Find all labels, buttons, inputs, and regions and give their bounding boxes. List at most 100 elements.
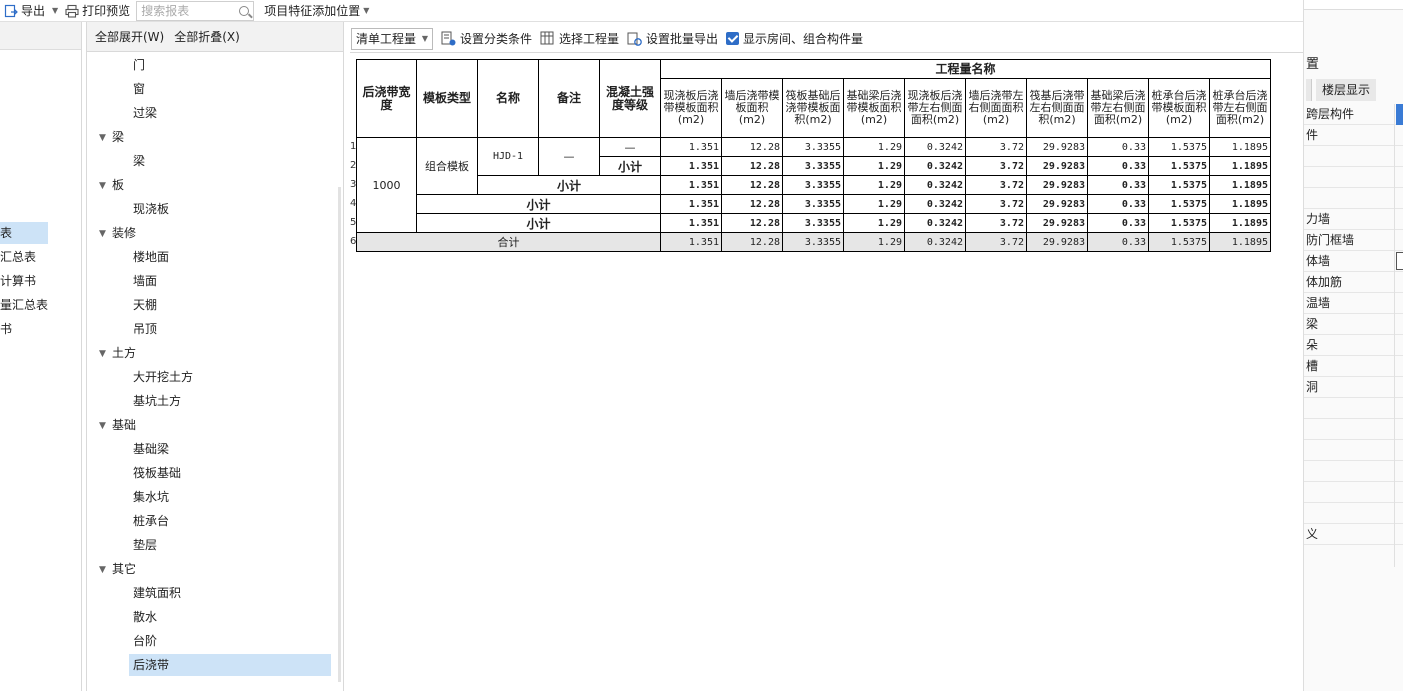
tree-category[interactable]: 其它 bbox=[112, 558, 136, 580]
property-row[interactable]: 义 bbox=[1304, 524, 1403, 545]
property-row[interactable] bbox=[1304, 419, 1403, 440]
tab-previous[interactable] bbox=[1306, 79, 1312, 101]
show-rooms-label: 显示房间、组合构件量 bbox=[743, 32, 864, 46]
header-column: 筏基后浇带左右侧面面积(m2) bbox=[1026, 78, 1088, 138]
property-row[interactable]: 跨层构件 bbox=[1304, 104, 1403, 125]
property-row[interactable] bbox=[1304, 188, 1403, 209]
export-dropdown-icon[interactable]: ▼ bbox=[52, 6, 58, 15]
report-list-item[interactable]: 计算书 bbox=[0, 270, 36, 292]
property-row[interactable]: 防门框墙 bbox=[1304, 230, 1403, 251]
tree-item[interactable]: 现浇板 bbox=[129, 198, 169, 220]
value-cell: 3.3355 bbox=[782, 194, 844, 214]
batch-export-button[interactable]: 设置批量导出 bbox=[627, 30, 718, 47]
property-row[interactable]: 梁 bbox=[1304, 314, 1403, 335]
select-quantity-button[interactable]: 选择工程量 bbox=[540, 30, 619, 47]
expand-toggle-icon[interactable]: ▼ bbox=[99, 229, 106, 239]
property-row[interactable]: 件 bbox=[1304, 125, 1403, 146]
value-cell: 1.351 bbox=[660, 175, 722, 195]
tree-item[interactable]: 楼地面 bbox=[129, 246, 169, 268]
tree-scrollbar[interactable] bbox=[338, 187, 341, 682]
report-list-item[interactable]: 表 bbox=[0, 222, 48, 244]
tree-item[interactable]: 窗 bbox=[129, 78, 145, 100]
set-category-button[interactable]: 设置分类条件 bbox=[441, 30, 532, 47]
search-icon[interactable] bbox=[239, 5, 250, 16]
checkbox[interactable] bbox=[1396, 252, 1403, 270]
tree-item[interactable]: 吊顶 bbox=[129, 318, 157, 340]
value-cell: 3.72 bbox=[965, 137, 1027, 157]
report-list-item[interactable]: 量汇总表 bbox=[0, 294, 48, 316]
header-column: 现浇板后浇带左右侧面面积(m2) bbox=[904, 78, 966, 138]
tree-item[interactable]: 过梁 bbox=[129, 102, 157, 124]
chevron-down-icon: ▼ bbox=[421, 34, 428, 43]
tree-category[interactable]: 基础 bbox=[112, 414, 136, 436]
quantity-mode-select[interactable]: 清单工程量 ▼ bbox=[351, 27, 433, 50]
value-cell: 12.28 bbox=[721, 194, 783, 214]
tree-item[interactable]: 后浇带 bbox=[129, 654, 331, 676]
tree-category[interactable]: 梁 bbox=[112, 126, 124, 148]
tree-item[interactable]: 门 bbox=[129, 54, 145, 76]
feature-position-dropdown[interactable]: 项目特征添加位置 ▼ bbox=[260, 0, 376, 22]
report-list-header bbox=[0, 22, 81, 50]
subtotal-label: 小计 bbox=[416, 213, 661, 233]
tree-item[interactable]: 建筑面积 bbox=[129, 582, 181, 604]
tree-item[interactable]: 梁 bbox=[129, 150, 145, 172]
report-search-input[interactable]: 搜索报表 bbox=[136, 0, 255, 21]
expand-toggle-icon[interactable]: ▼ bbox=[99, 349, 106, 359]
export-label: 导出 bbox=[21, 4, 46, 18]
property-row[interactable] bbox=[1304, 167, 1403, 188]
tree-item[interactable]: 垫层 bbox=[129, 534, 157, 556]
property-row[interactable]: 温墙 bbox=[1304, 293, 1403, 314]
property-row[interactable] bbox=[1304, 398, 1403, 419]
value-cell: 1.5375 bbox=[1148, 137, 1210, 157]
property-row[interactable] bbox=[1304, 461, 1403, 482]
property-row[interactable]: 洞 bbox=[1304, 377, 1403, 398]
value-cell: 3.3355 bbox=[782, 175, 844, 195]
tree-item[interactable]: 台阶 bbox=[129, 630, 157, 652]
report-list-item[interactable]: 汇总表 bbox=[0, 246, 36, 268]
property-row[interactable]: 力墙 bbox=[1304, 209, 1403, 230]
header-column: 墙后浇带模板面积(m2) bbox=[721, 78, 783, 138]
expand-all-button[interactable]: 全部展开(W) bbox=[95, 28, 164, 45]
expand-toggle-icon[interactable]: ▼ bbox=[99, 565, 106, 575]
tree-item[interactable]: 大开挖土方 bbox=[129, 366, 193, 388]
value-cell: 12.28 bbox=[721, 232, 783, 252]
tree-category[interactable]: 板 bbox=[112, 174, 124, 196]
collapse-all-button[interactable]: 全部折叠(X) bbox=[174, 28, 240, 45]
search-placeholder: 搜索报表 bbox=[141, 4, 190, 18]
expand-toggle-icon[interactable]: ▼ bbox=[99, 181, 106, 191]
print-preview-button[interactable]: 打印预览 bbox=[61, 0, 134, 22]
property-row[interactable]: 体墙 bbox=[1304, 251, 1403, 272]
property-row[interactable]: 朵 bbox=[1304, 335, 1403, 356]
category-filter-icon bbox=[441, 31, 456, 46]
tree-item[interactable]: 基础梁 bbox=[129, 438, 169, 460]
tree-item[interactable]: 桩承台 bbox=[129, 510, 169, 532]
tree-item[interactable]: 墙面 bbox=[129, 270, 157, 292]
show-rooms-checkbox[interactable] bbox=[726, 32, 740, 45]
expand-toggle-icon[interactable]: ▼ bbox=[99, 421, 106, 431]
value-cell: 0.3242 bbox=[904, 232, 966, 252]
tree-item[interactable]: 集水坑 bbox=[129, 486, 169, 508]
tree-item[interactable]: 筏板基础 bbox=[129, 462, 181, 484]
value-cell: 1.351 bbox=[660, 194, 722, 214]
expand-toggle-icon[interactable]: ▼ bbox=[99, 133, 106, 143]
tree-category[interactable]: 土方 bbox=[112, 342, 136, 364]
property-row[interactable] bbox=[1304, 146, 1403, 167]
value-cell: 0.33 bbox=[1087, 137, 1149, 157]
property-row[interactable] bbox=[1304, 440, 1403, 461]
value-cell: 1.29 bbox=[843, 156, 905, 176]
property-row[interactable]: 槽 bbox=[1304, 356, 1403, 377]
tab-floor-display[interactable]: 楼层显示 bbox=[1316, 79, 1376, 101]
property-row[interactable] bbox=[1304, 503, 1403, 524]
tree-item[interactable]: 散水 bbox=[129, 606, 157, 628]
tree-item[interactable]: 天棚 bbox=[129, 294, 157, 316]
tree-item[interactable]: 基坑土方 bbox=[129, 390, 181, 412]
set-category-label: 设置分类条件 bbox=[460, 32, 533, 46]
tree-category[interactable]: 装修 bbox=[112, 222, 136, 244]
property-row[interactable] bbox=[1304, 482, 1403, 503]
property-row[interactable]: 体加筋 bbox=[1304, 272, 1403, 293]
export-button[interactable]: 导出 bbox=[0, 0, 49, 22]
report-list-item[interactable]: 书 bbox=[0, 318, 12, 340]
subtotal-label: 小计 bbox=[416, 194, 661, 214]
header-column: 桩承台后浇带左右侧面面积(m2) bbox=[1209, 78, 1271, 138]
value-cell: 1.5375 bbox=[1148, 175, 1210, 195]
